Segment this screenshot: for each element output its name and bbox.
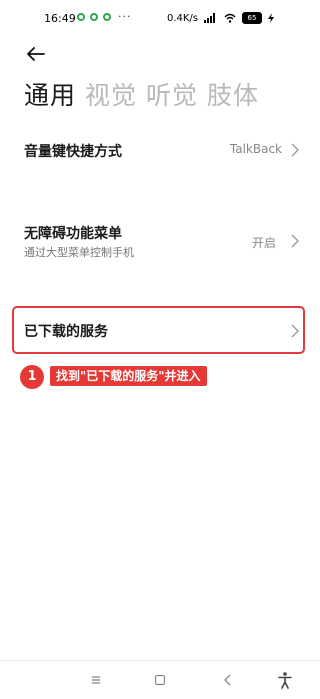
status-indicators: 0.4K/s 65 <box>167 12 274 24</box>
charging-icon <box>268 13 274 23</box>
notification-icons: ··· <box>77 10 132 23</box>
step-instruction: 找到"已下载的服务"并进入 <box>50 366 207 386</box>
network-speed: 0.4K/s <box>166 12 198 24</box>
back-button[interactable] <box>24 42 48 66</box>
accessibility-icon[interactable] <box>275 671 295 689</box>
chevron-right-icon <box>291 234 299 248</box>
tab-physical[interactable]: 肢体 <box>207 78 259 114</box>
volume-shortcut-row[interactable]: 音量键快捷方式 TalkBack <box>0 132 320 168</box>
wifi-icon <box>224 13 236 23</box>
step-badge: 1 <box>20 365 44 389</box>
a11y-menu-subtitle: 通过大型菜单控制手机 <box>24 246 134 259</box>
a11y-menu-title: 无障碍功能菜单 <box>24 226 122 242</box>
tab-hearing[interactable]: 听觉 <box>146 78 198 114</box>
downloaded-services-row[interactable]: 已下载的服务 <box>0 310 320 350</box>
signal-icon <box>204 13 215 23</box>
notification-icon <box>103 13 111 21</box>
downloaded-services-title: 已下载的服务 <box>24 324 108 340</box>
tab-vision[interactable]: 视觉 <box>85 78 137 114</box>
a11y-menu-value: 开启 <box>251 236 276 250</box>
back-nav-icon[interactable] <box>218 671 238 689</box>
navigation-bar <box>0 660 320 699</box>
home-icon[interactable] <box>150 671 170 689</box>
notification-icon <box>90 13 98 21</box>
a11y-menu-row[interactable]: 无障碍功能菜单 通过大型菜单控制手机 开启 <box>0 218 320 262</box>
category-tabs: 通用 视觉 听觉 肢体 <box>24 78 259 114</box>
chevron-right-icon <box>291 143 299 157</box>
volume-shortcut-title: 音量键快捷方式 <box>24 144 122 160</box>
notification-icon <box>77 13 85 21</box>
status-time: 16:49 <box>44 12 76 25</box>
status-bar: 16:49 ··· 0.4K/s 65 <box>0 0 320 36</box>
battery-icon: 65 <box>242 12 262 24</box>
chevron-right-icon <box>291 324 299 338</box>
tab-general[interactable]: 通用 <box>24 78 76 114</box>
back-arrow-icon <box>27 47 45 61</box>
menu-icon[interactable] <box>86 671 106 689</box>
volume-shortcut-value: TalkBack <box>229 142 282 156</box>
more-notifications-icon: ··· <box>118 10 132 23</box>
